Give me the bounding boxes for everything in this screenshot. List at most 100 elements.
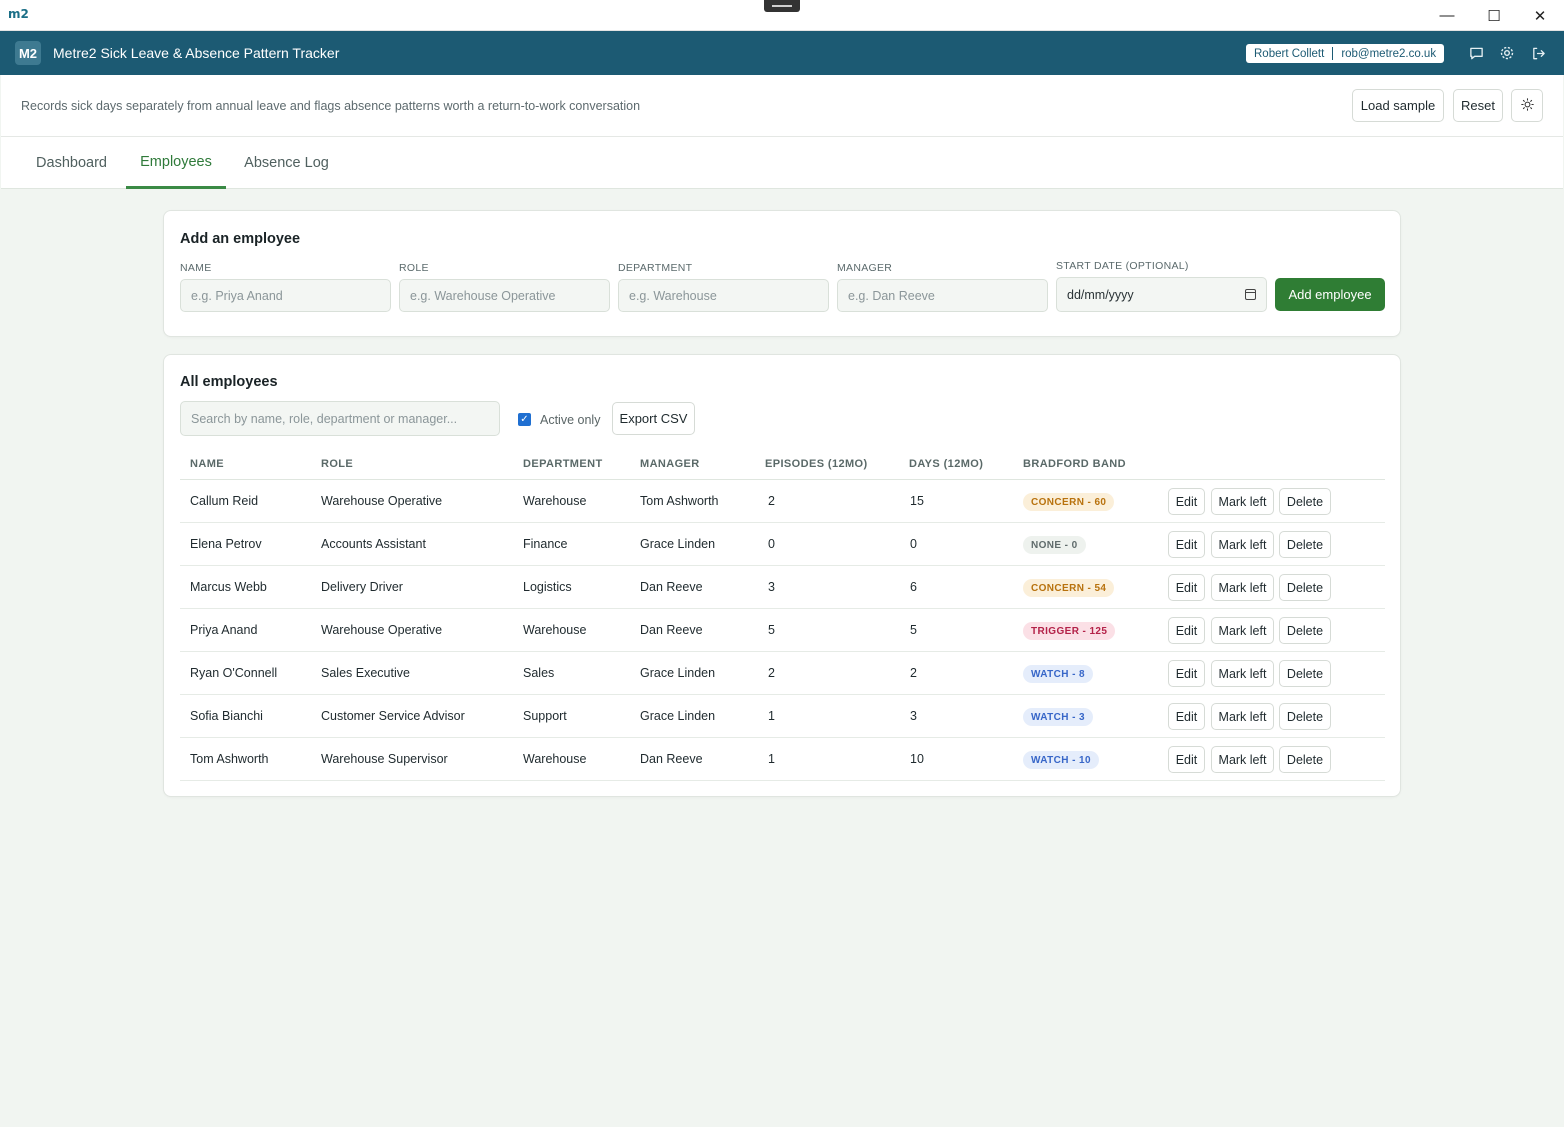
cell-episodes: 1 [768, 752, 775, 766]
cell-episodes: 1 [768, 709, 775, 723]
export-csv-button[interactable]: Export CSV [612, 402, 695, 435]
mark-left-button[interactable]: Mark left [1211, 617, 1274, 644]
maximize-button[interactable]: ☐ [1471, 0, 1517, 31]
delete-button[interactable]: Delete [1279, 703, 1331, 730]
delete-button[interactable]: Delete [1279, 660, 1331, 687]
user-name: Robert Collett [1254, 47, 1325, 60]
cell-department: Sales [523, 666, 555, 680]
theme-toggle-button[interactable] [1511, 89, 1543, 122]
cell-manager: Grace Linden [640, 709, 716, 723]
table-row: Tom Ashworth Warehouse Supervisor Warehous… [180, 738, 1385, 781]
employees-list-title: All employees [180, 374, 278, 390]
cell-role: Customer Service Advisor [321, 709, 465, 723]
user-email: rob@metre2.co.uk [1341, 47, 1437, 60]
mark-left-button[interactable]: Mark left [1211, 574, 1274, 601]
mark-left-button[interactable]: Mark left [1211, 531, 1274, 558]
department-input[interactable] [629, 288, 818, 303]
app-header: M2 Metre2 Sick Leave & Absence Pattern T… [0, 31, 1564, 75]
minimize-button[interactable]: — [1424, 0, 1470, 31]
mark-left-button[interactable]: Mark left [1211, 703, 1274, 730]
cell-days: 10 [910, 752, 924, 766]
cell-episodes: 0 [768, 537, 775, 551]
column-header-department: DEPARTMENT [523, 458, 603, 470]
manager-field[interactable] [837, 279, 1048, 312]
mark-left-button[interactable]: Mark left [1211, 746, 1274, 773]
delete-button[interactable]: Delete [1279, 488, 1331, 515]
cell-name: Elena Petrov [190, 537, 262, 551]
mark-left-button[interactable]: Mark left [1211, 488, 1274, 515]
cell-role: Warehouse Operative [321, 494, 443, 508]
name-input[interactable] [191, 288, 380, 303]
employees-list-card: All employees ✓ Active only Export CSV N… [163, 354, 1401, 797]
edit-button[interactable]: Edit [1168, 574, 1205, 601]
bradford-band-badge: NONE - 0 [1023, 536, 1086, 554]
manager-input[interactable] [848, 288, 1037, 303]
delete-button[interactable]: Delete [1279, 746, 1331, 773]
active-only-checkbox[interactable]: ✓ [518, 413, 531, 426]
window-titlebar: m2 — ☐ ✕ [0, 0, 1564, 31]
cell-department: Warehouse [523, 623, 587, 637]
load-sample-button[interactable]: Load sample [1352, 89, 1444, 122]
search-input[interactable] [191, 411, 489, 426]
column-header-episodes: EPISODES (12MO) [765, 458, 868, 470]
user-badge: Robert Collett rob@metre2.co.uk [1246, 44, 1445, 63]
table-row: Callum Reid Warehouse Operative Warehouse T… [180, 480, 1385, 523]
active-only-label: Active only [540, 413, 601, 427]
cell-name: Tom Ashworth [190, 752, 269, 766]
role-input[interactable] [410, 288, 599, 303]
column-header-bradford-band: BRADFORD BAND [1023, 458, 1126, 470]
cell-manager: Dan Reeve [640, 580, 703, 594]
department-label: DEPARTMENT [618, 262, 693, 274]
edit-button[interactable]: Edit [1168, 703, 1205, 730]
cell-name: Callum Reid [190, 494, 259, 508]
bradford-band-badge: CONCERN - 54 [1023, 579, 1115, 597]
edit-button[interactable]: Edit [1168, 746, 1205, 773]
cell-name: Ryan O'Connell [190, 666, 278, 680]
cell-department: Finance [523, 537, 568, 551]
mark-left-button[interactable]: Mark left [1211, 660, 1274, 687]
reset-button[interactable]: Reset [1453, 89, 1503, 122]
cell-manager: Grace Linden [640, 537, 716, 551]
edit-button[interactable]: Edit [1168, 531, 1205, 558]
department-field[interactable] [618, 279, 829, 312]
sun-icon [1520, 97, 1534, 114]
cell-department: Warehouse [523, 494, 587, 508]
bradford-band-badge: WATCH - 3 [1023, 708, 1093, 726]
add-employee-title: Add an employee [180, 231, 301, 247]
table-row: Ryan O'Connell Sales Executive Sales Grace … [180, 652, 1385, 695]
add-employee-button[interactable]: Add employee [1275, 278, 1385, 311]
delete-button[interactable]: Delete [1279, 531, 1331, 558]
cell-department: Logistics [523, 580, 572, 594]
cell-role: Accounts Assistant [321, 537, 426, 551]
cell-manager: Dan Reeve [640, 752, 703, 766]
cell-name: Sofia Bianchi [190, 709, 263, 723]
chat-icon[interactable] [1467, 44, 1485, 62]
tab-dashboard[interactable]: Dashboard [21, 137, 122, 189]
table-row: Marcus Webb Delivery Driver Logistics Dan R… [180, 566, 1385, 609]
close-button[interactable]: ✕ [1517, 0, 1563, 31]
cell-episodes: 3 [768, 580, 775, 594]
delete-button[interactable]: Delete [1279, 617, 1331, 644]
name-field[interactable] [180, 279, 391, 312]
calendar-icon[interactable] [1245, 289, 1256, 300]
main-tabs: Dashboard Employees Absence Log [1, 137, 1563, 189]
search-field[interactable] [180, 401, 500, 436]
tab-employees[interactable]: Employees [126, 137, 226, 189]
logout-icon[interactable] [1529, 44, 1547, 62]
edit-button[interactable]: Edit [1168, 660, 1205, 687]
window-drag-handle[interactable] [764, 0, 800, 12]
edit-button[interactable]: Edit [1168, 488, 1205, 515]
settings-gear-icon[interactable] [1498, 44, 1516, 62]
manager-label: MANAGER [837, 262, 893, 274]
start-date-input[interactable]: dd/mm/yyyy [1067, 288, 1245, 302]
cell-days: 15 [910, 494, 924, 508]
tab-absence-log[interactable]: Absence Log [234, 137, 339, 189]
cell-days: 5 [910, 623, 917, 637]
cell-manager: Grace Linden [640, 666, 716, 680]
role-field[interactable] [399, 279, 610, 312]
edit-button[interactable]: Edit [1168, 617, 1205, 644]
bradford-band-badge: WATCH - 10 [1023, 751, 1099, 769]
delete-button[interactable]: Delete [1279, 574, 1331, 601]
name-label: NAME [180, 262, 212, 274]
start-date-field[interactable]: dd/mm/yyyy [1056, 277, 1267, 312]
